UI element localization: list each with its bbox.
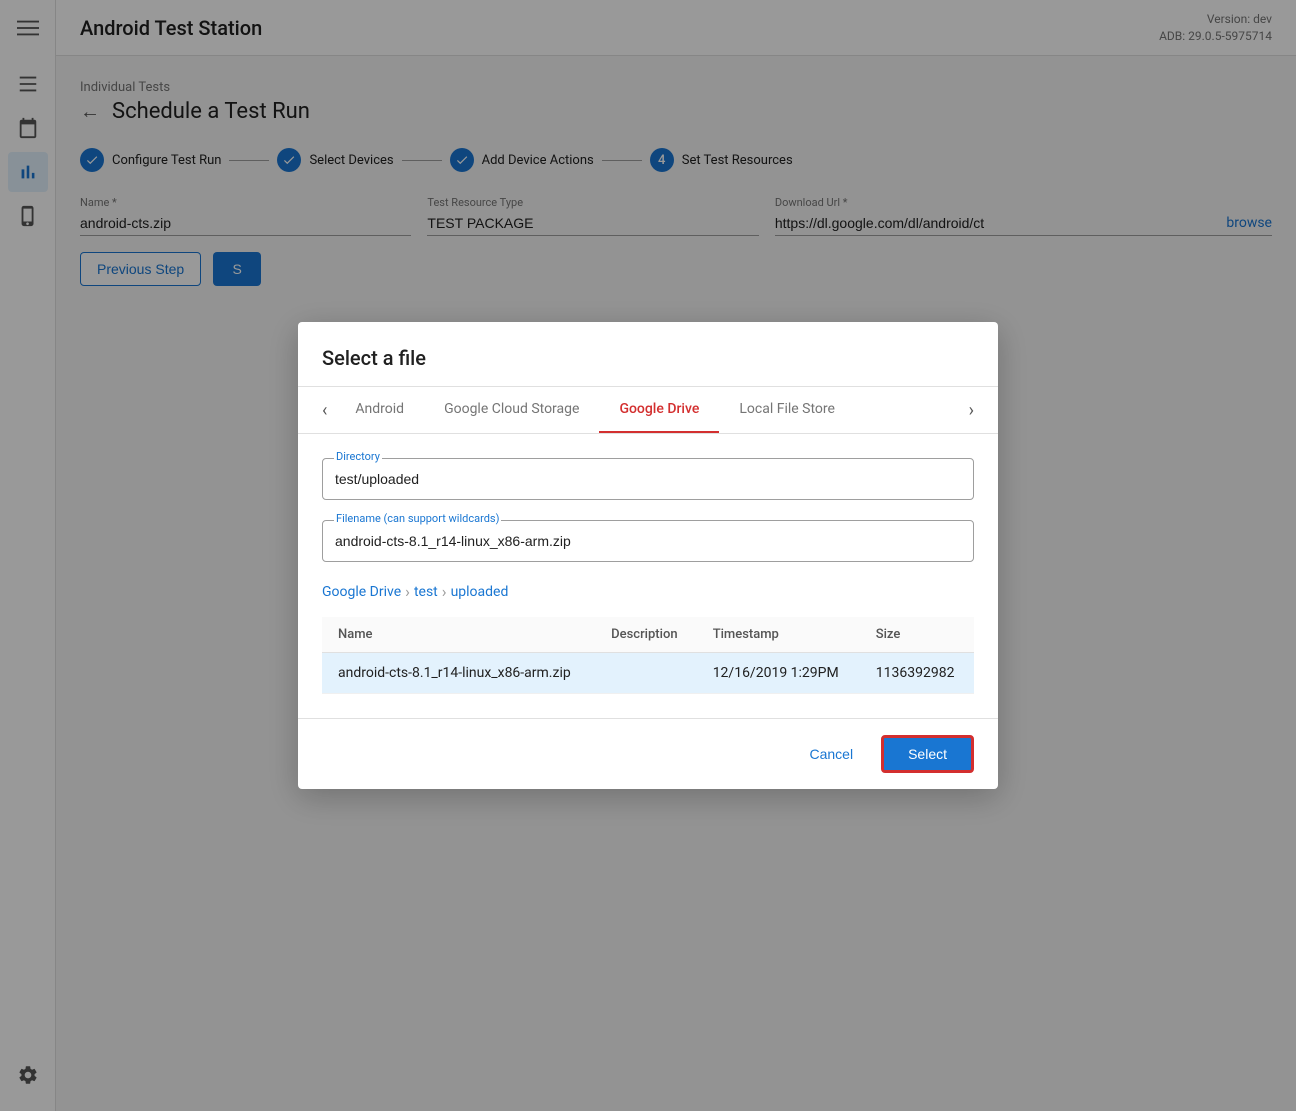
cancel-button[interactable]: Cancel <box>797 738 865 770</box>
select-button[interactable]: Select <box>881 735 974 773</box>
file-timestamp-cell: 12/16/2019 1:29PM <box>697 653 860 694</box>
path-breadcrumb: Google Drive › test › uploaded <box>322 582 974 601</box>
col-size: Size <box>860 617 974 653</box>
tabs: Android Google Cloud Storage Google Driv… <box>335 387 960 433</box>
dialog-footer: Cancel Select <box>298 718 998 789</box>
path-2-link[interactable]: uploaded <box>451 584 509 600</box>
tabs-container: ‹ Android Google Cloud Storage Google Dr… <box>298 387 998 434</box>
dialog-title: Select a file <box>322 346 426 370</box>
filename-input[interactable] <box>322 520 974 562</box>
tab-google-cloud-storage[interactable]: Google Cloud Storage <box>424 387 599 433</box>
tab-next-arrow[interactable]: › <box>961 392 982 429</box>
dialog: Select a file ‹ Android Google Cloud Sto… <box>298 322 998 789</box>
path-1-link[interactable]: test <box>414 584 438 600</box>
file-table-body: android-cts-8.1_r14-linux_x86-arm.zip 12… <box>322 653 974 694</box>
col-name: Name <box>322 617 595 653</box>
path-sep-1: › <box>405 582 410 601</box>
table-row[interactable]: android-cts-8.1_r14-linux_x86-arm.zip 12… <box>322 653 974 694</box>
file-size-cell: 1136392982 <box>860 653 974 694</box>
modal-overlay[interactable]: Select a file ‹ Android Google Cloud Sto… <box>0 0 1296 1111</box>
dialog-body: Directory Filename (can support wildcard… <box>298 434 998 718</box>
file-table: Name Description Timestamp Size android-… <box>322 617 974 694</box>
path-root-link[interactable]: Google Drive <box>322 584 401 600</box>
directory-label: Directory <box>334 450 382 463</box>
col-description: Description <box>595 617 697 653</box>
tab-local-file-store[interactable]: Local File Store <box>719 387 855 433</box>
tab-prev-arrow[interactable]: ‹ <box>314 392 335 429</box>
dialog-header: Select a file <box>298 322 998 387</box>
path-sep-2: › <box>442 582 447 601</box>
directory-input-group: Directory <box>322 458 974 500</box>
col-timestamp: Timestamp <box>697 617 860 653</box>
filename-input-group: Filename (can support wildcards) <box>322 520 974 562</box>
filename-label: Filename (can support wildcards) <box>334 512 501 525</box>
file-description-cell <box>595 653 697 694</box>
tab-google-drive[interactable]: Google Drive <box>599 387 719 433</box>
tab-android[interactable]: Android <box>335 387 424 433</box>
directory-input[interactable] <box>322 458 974 500</box>
file-table-header: Name Description Timestamp Size <box>322 617 974 653</box>
file-name-cell: android-cts-8.1_r14-linux_x86-arm.zip <box>322 653 595 694</box>
